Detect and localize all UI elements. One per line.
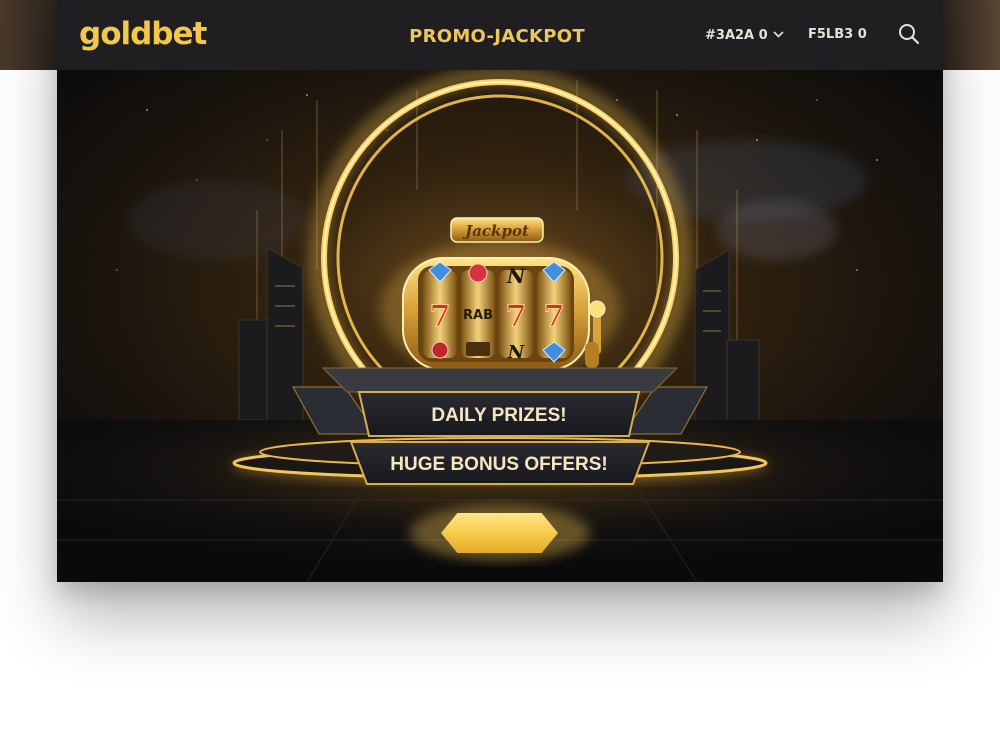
reel-symbol: RAB: [463, 308, 493, 323]
banner-huge-bonus-text: HUGE BONUS OFFERS!: [390, 454, 607, 475]
reel-symbol: N: [506, 264, 526, 288]
nav-dropdown-label: #3A2A 0: [705, 28, 768, 43]
search-button[interactable]: [897, 22, 921, 46]
banner-daily-prizes-text: DAILY PRIZES!: [431, 405, 566, 426]
reel-symbol: 7: [506, 299, 527, 334]
jackpot-sign: Jackpot: [462, 222, 529, 240]
top-nav-bar: goldbet PROMO-JACKPOT #3A2A 0 F5LB3 0: [57, 0, 943, 71]
nav-link[interactable]: F5LB3 0: [808, 27, 867, 42]
hero-banner: 7 7 7 RAB N N Jackpot DAILY PRIZES! HUGE…: [57, 70, 943, 582]
reel-symbol: 7: [544, 299, 565, 334]
search-icon: [899, 24, 920, 45]
banner-huge-bonus: HUGE BONUS OFFERS!: [349, 441, 651, 485]
chevron-down-icon: [773, 27, 784, 42]
banner-daily-prizes: DAILY PRIZES!: [357, 391, 641, 437]
reel-symbol: 7: [430, 299, 451, 334]
reel-symbol: N: [507, 342, 526, 363]
brand-logo[interactable]: goldbet: [79, 16, 207, 52]
app-window: goldbet PROMO-JACKPOT #3A2A 0 F5LB3 0 7 …: [57, 0, 943, 582]
page-title[interactable]: PROMO-JACKPOT: [397, 26, 597, 47]
cta-button[interactable]: [441, 513, 558, 553]
nav-dropdown[interactable]: #3A2A 0: [705, 27, 784, 43]
